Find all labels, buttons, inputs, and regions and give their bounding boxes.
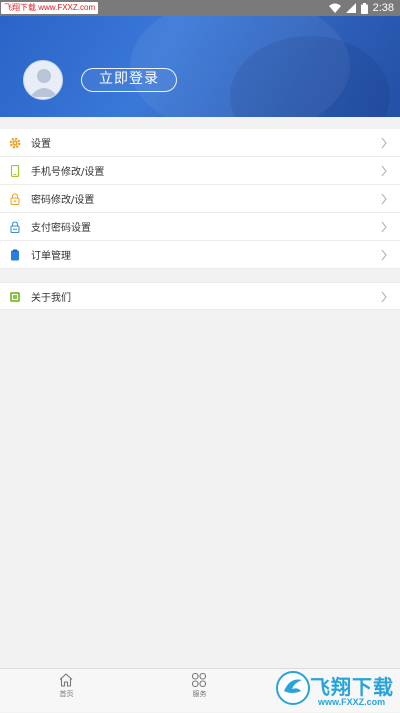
wifi-icon — [328, 3, 341, 13]
clock-time: 2:38 — [372, 2, 394, 14]
chevron-right-icon — [381, 137, 387, 149]
chevron-right-icon — [381, 221, 387, 233]
lock-icon — [9, 193, 21, 205]
avatar[interactable] — [23, 60, 63, 100]
menu-group-about: 关于我们 — [0, 282, 400, 310]
tab-services[interactable]: 服务 — [133, 669, 266, 713]
gear-icon — [9, 137, 21, 149]
grid-icon — [191, 672, 207, 688]
info-icon — [9, 291, 21, 303]
status-bar: 飞翔下载 www.FXXZ.com 2:38 — [0, 0, 400, 16]
menu-item-label: 密码修改/设置 — [31, 195, 95, 206]
battery-icon — [360, 2, 368, 14]
brand-url: www.FXXZ.com — [318, 697, 386, 707]
menu-item-label: 手机号修改/设置 — [31, 167, 105, 178]
brand-text: 飞翔下载 — [310, 675, 394, 699]
status-icons: 2:38 — [328, 1, 394, 15]
menu-item-label: 设置 — [31, 139, 51, 150]
chevron-right-icon — [381, 165, 387, 177]
chevron-right-icon — [381, 249, 387, 261]
padlock-icon — [9, 221, 21, 233]
chevron-right-icon — [381, 193, 387, 205]
phone-icon — [9, 165, 21, 177]
menu-item-label: 关于我们 — [31, 292, 71, 304]
menu-item-label: 支付密码设置 — [31, 223, 91, 234]
chevron-right-icon — [381, 291, 387, 303]
watermark-tag: 飞翔下载 www.FXXZ.com — [1, 2, 99, 14]
signal-icon — [345, 3, 356, 13]
tab-label: 首页 — [59, 690, 74, 698]
menu-item-password[interactable]: 密码修改/设置 — [0, 185, 400, 213]
menu-group-account: 设置 手机号修改/设置 密码修改/设置 支付密码设置 订单管理 — [0, 129, 400, 269]
menu-item-about[interactable]: 关于我们 — [0, 282, 400, 310]
brand-logo-icon — [276, 671, 310, 705]
menu-item-orders[interactable]: 订单管理 — [0, 241, 400, 269]
tab-home[interactable]: 首页 — [0, 669, 133, 713]
menu-item-payment-password[interactable]: 支付密码设置 — [0, 213, 400, 241]
brand-watermark: 飞翔下载 www.FXXZ.com — [272, 667, 400, 712]
tab-label: 服务 — [192, 690, 207, 698]
login-button[interactable]: 立即登录 — [81, 68, 177, 92]
menu-item-phone[interactable]: 手机号修改/设置 — [0, 157, 400, 185]
menu-item-label: 订单管理 — [31, 251, 71, 262]
default-user-icon — [30, 69, 58, 97]
profile-header: 立即登录 — [0, 16, 400, 117]
menu-item-settings[interactable]: 设置 — [0, 129, 400, 157]
home-icon — [59, 673, 73, 687]
clipboard-icon — [9, 249, 21, 261]
